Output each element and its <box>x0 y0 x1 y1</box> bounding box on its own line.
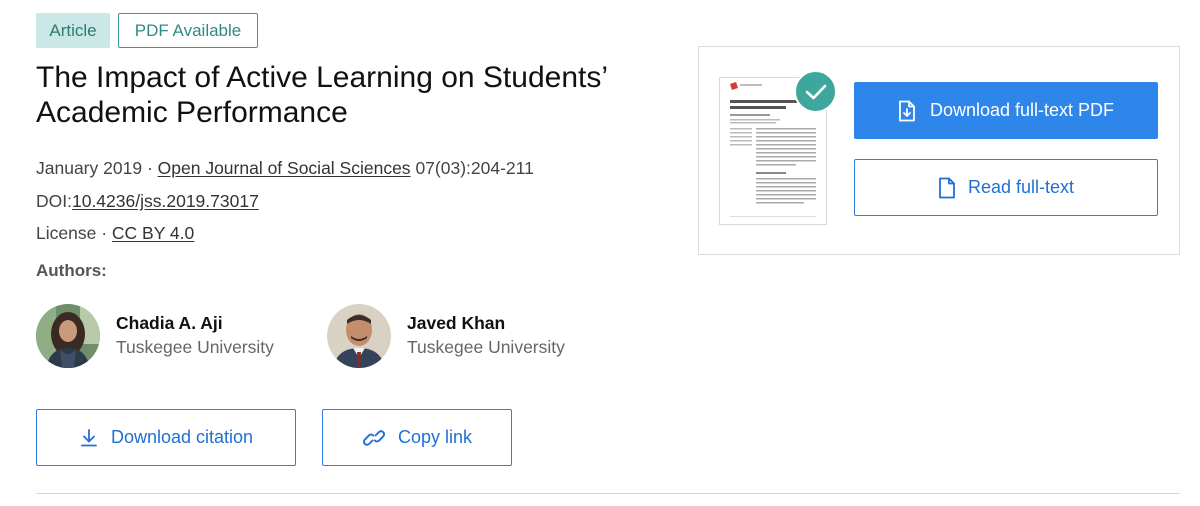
author-text: Chadia A. Aji Tuskegee University <box>116 312 274 360</box>
author-photo <box>327 304 391 368</box>
divider <box>36 493 1180 494</box>
link-icon <box>362 429 386 446</box>
license-link[interactable]: CC BY 4.0 <box>112 223 194 243</box>
download-icon <box>81 428 97 446</box>
author-card[interactable]: Javed Khan Tuskegee University <box>327 304 565 368</box>
article-tag: Article <box>36 13 110 48</box>
authors-heading: Authors: <box>36 261 107 280</box>
download-pdf-label: Download full-text PDF <box>929 100 1115 120</box>
journal-link[interactable]: Open Journal of Social Sciences <box>158 158 411 178</box>
volume-pages: 07(03):204-211 <box>415 158 534 178</box>
author-name[interactable]: Javed Khan <box>407 312 565 334</box>
document-icon <box>939 177 955 198</box>
copy-link-label: Copy link <box>397 427 473 447</box>
download-citation-label: Download citation <box>110 427 254 447</box>
author-card[interactable]: Chadia A. Aji Tuskegee University <box>36 304 274 368</box>
doi-link[interactable]: 10.4236/jss.2019.73017 <box>72 191 259 211</box>
author-text: Javed Khan Tuskegee University <box>407 312 565 360</box>
copy-link-button[interactable]: Copy link <box>322 409 512 466</box>
read-fulltext-button[interactable]: Read full-text <box>854 159 1158 216</box>
author-affiliation: Tuskegee University <box>116 337 274 357</box>
author-photo <box>36 304 100 368</box>
author-affiliation: Tuskegee University <box>407 337 565 357</box>
pdf-available-tag: PDF Available <box>118 13 258 48</box>
doi-label: DOI: <box>36 191 72 211</box>
separator: · <box>101 223 108 243</box>
separator: · <box>146 158 153 178</box>
license-label: License <box>36 223 97 243</box>
publication-info: January 2019 · Open Journal of Social Sc… <box>36 158 534 179</box>
check-icon <box>794 70 837 113</box>
download-pdf-button[interactable]: Download full-text PDF <box>854 82 1158 139</box>
page-title: The Impact of Active Learning on Student… <box>36 61 607 129</box>
publication-page: Article PDF Available The Impact of Acti… <box>0 0 1200 506</box>
read-fulltext-label: Read full-text <box>967 177 1075 197</box>
author-name[interactable]: Chadia A. Aji <box>116 312 274 334</box>
license-row: License · CC BY 4.0 <box>36 223 194 244</box>
publication-date: January 2019 <box>36 158 143 178</box>
doi-row: DOI:10.4236/jss.2019.73017 <box>36 191 259 212</box>
publication-tags: Article PDF Available <box>36 13 258 48</box>
pdf-download-icon <box>899 100 915 121</box>
avatar[interactable] <box>36 304 100 368</box>
avatar[interactable] <box>327 304 391 368</box>
download-citation-button[interactable]: Download citation <box>36 409 296 466</box>
fulltext-card: Download full-text PDF Read full-text <box>698 46 1180 255</box>
